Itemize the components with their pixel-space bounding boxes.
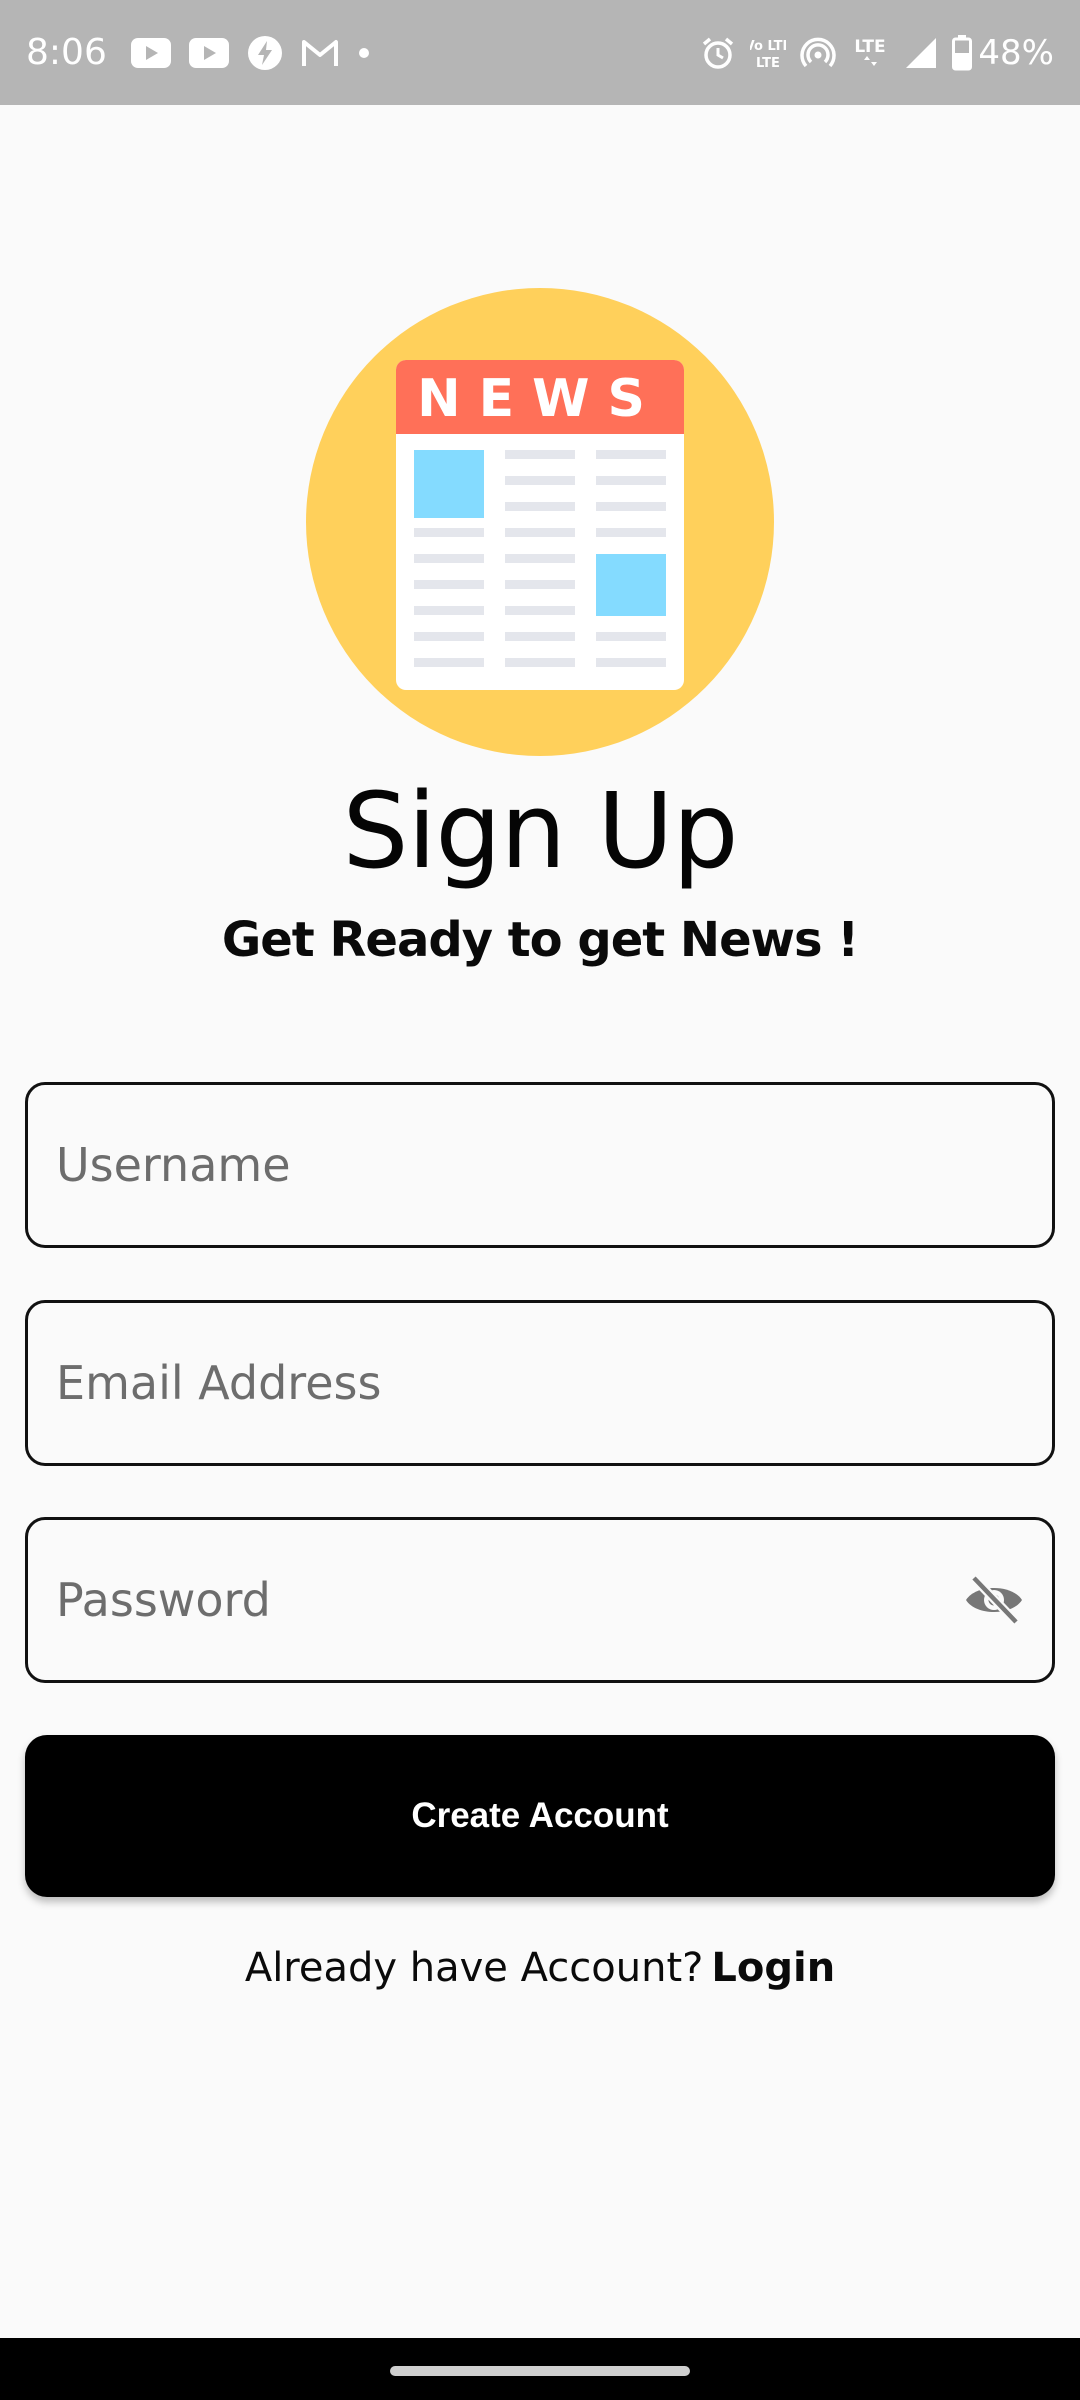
hotspot-icon (800, 35, 837, 71)
svg-text:Vo LTE: Vo LTE (750, 39, 786, 54)
svg-text:LTE: LTE (756, 56, 780, 71)
page-title: Sign Up (342, 770, 738, 892)
messenger-icon (247, 35, 283, 71)
battery-percent: 48% (978, 32, 1054, 73)
username-field[interactable] (25, 1082, 1055, 1248)
alarm-icon (700, 35, 736, 71)
newspaper-icon: NEWS (396, 360, 684, 690)
gmail-icon (301, 38, 339, 68)
status-time: 8:06 (26, 32, 107, 73)
create-account-button[interactable]: Create Account (25, 1735, 1055, 1897)
youtube-icon (130, 37, 171, 68)
email-field[interactable] (25, 1300, 1055, 1466)
youtube-icon (188, 37, 229, 68)
page-subtitle: Get Ready to get News ! (221, 912, 859, 968)
dot-icon (357, 46, 371, 60)
battery-icon (952, 34, 973, 71)
password-field[interactable] (25, 1517, 1055, 1683)
login-link[interactable]: Login (711, 1945, 835, 1991)
svg-text:LTE: LTE (855, 37, 886, 57)
status-bar-right: Vo LTE LTE LTE 48% (700, 33, 1054, 73)
username-input[interactable] (28, 1085, 1052, 1245)
login-prompt-row: Already have Account? Login (0, 1945, 1080, 1991)
news-logo: NEWS (306, 288, 774, 756)
login-prompt-text: Already have Account? (244, 1945, 704, 1991)
logo-text: NEWS (417, 369, 663, 429)
lte-icon: LTE (850, 35, 890, 71)
eye-off-icon[interactable] (962, 1568, 1026, 1632)
email-input[interactable] (28, 1303, 1052, 1463)
password-input[interactable] (28, 1520, 1052, 1680)
home-indicator[interactable] (390, 2366, 690, 2376)
status-bar-left: 8:06 (26, 32, 389, 73)
navigation-bar (0, 2338, 1080, 2400)
signal-icon (904, 36, 938, 70)
status-bar: 8:06 Vo LTE LTE LTE (0, 0, 1080, 105)
volte-icon: Vo LTE LTE (750, 35, 786, 71)
